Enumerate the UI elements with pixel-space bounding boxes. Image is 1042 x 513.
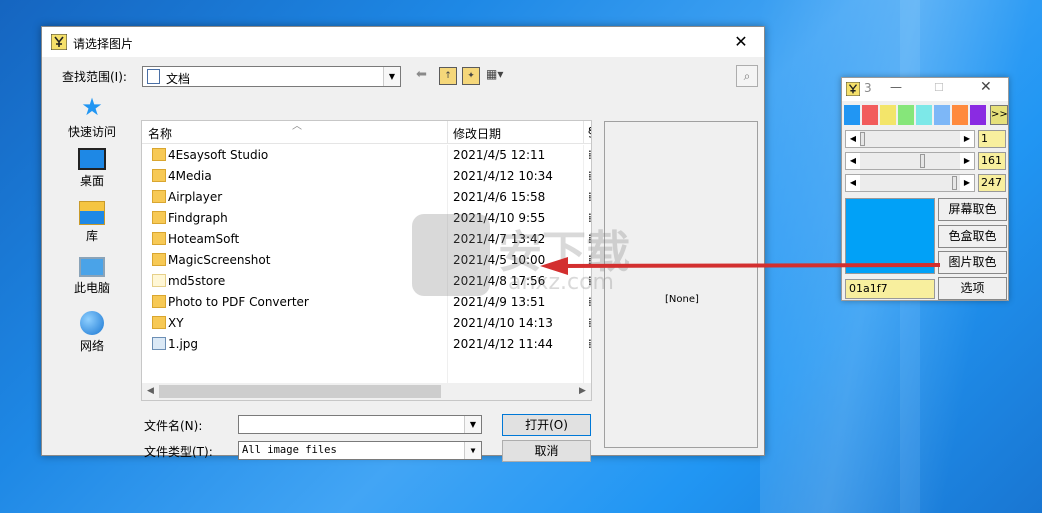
arrow-head-icon (540, 257, 568, 275)
annotation-arrow (540, 257, 941, 275)
arrow-shaft (559, 263, 941, 268)
